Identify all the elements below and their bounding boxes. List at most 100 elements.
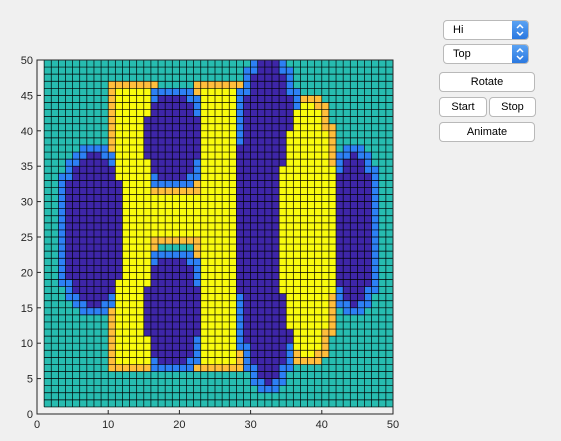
heatmap-cell [293,109,301,117]
heatmap-cells [44,60,394,408]
heatmap-cell [321,166,330,174]
heatmap-cell [300,265,308,273]
heatmap-cell [143,329,152,337]
heatmap-cell [58,201,66,209]
heatmap-cell [122,272,130,280]
heatmap-cell [115,378,123,386]
heatmap-cell [307,180,315,188]
heatmap-cell [51,159,59,167]
heatmap-cell [172,378,180,386]
heatmap-cell [229,336,237,344]
heatmap-cell [385,166,394,174]
heatmap-cell [378,357,387,365]
heatmap-cell [314,336,322,344]
heatmap-cell [222,137,230,146]
heatmap-cell [271,258,280,266]
heatmap-cell [165,194,173,202]
heatmap-cell [207,159,216,167]
heatmap-cell [150,378,159,386]
heatmap-cell [286,222,294,231]
heatmap-cell [51,237,59,245]
heatmap-cell [193,109,201,117]
heatmap-cell [101,378,109,386]
heatmap-cell [215,272,223,280]
plot-canvas[interactable]: 0 10 20 30 40 5005101520253035404550 [0,0,430,441]
heatmap-cell [343,74,351,82]
heatmap-cell [364,364,372,372]
heatmap-cell [357,237,365,245]
heatmap-cell [51,102,59,110]
heatmap-cell [336,258,344,266]
heatmap-cell [93,123,102,131]
heatmap-cell [328,180,337,188]
heatmap-cell [200,314,209,323]
heatmap-cell [328,159,337,167]
start-button[interactable]: Start [439,97,487,117]
heatmap-cell [385,144,394,153]
heatmap-cell [136,116,144,124]
heatmap-cell [86,293,95,301]
heatmap-cell [286,371,294,379]
heatmap-cell [250,300,258,308]
stop-button[interactable]: Stop [489,97,536,117]
heatmap-cell [307,314,315,323]
y-tick-label: 0 [27,409,33,421]
heatmap-cell [343,399,351,408]
heatmap-cell [215,173,223,181]
mode-popup[interactable]: Hi [443,20,529,40]
heatmap-cell [79,116,88,124]
heatmap-cell [93,130,102,139]
heatmap-cell [357,371,365,379]
heatmap-cell [136,329,144,337]
heatmap-cell [257,329,266,337]
heatmap-cell [250,74,258,82]
heatmap-cell [158,229,166,238]
heatmap-cell [79,152,88,160]
heatmap-cell [378,159,387,167]
heatmap-cell [172,208,180,216]
heatmap-cell [136,229,144,238]
y-tick-label: 25 [21,232,33,244]
heatmap-cell [122,399,130,408]
heatmap-cell [385,364,394,372]
rotate-button[interactable]: Rotate [439,72,535,92]
heatmap-cell [257,144,266,153]
heatmap-cell [215,399,223,408]
heatmap-cell [44,343,52,351]
x-tick-label: 10 [102,419,114,431]
heatmap-cell [222,180,230,188]
heatmap-cell [279,371,287,379]
heatmap-cell [343,180,351,188]
heatmap-cell [86,229,95,238]
heatmap-cell [101,286,109,294]
heatmap-cell [279,144,287,153]
heatmap-cell [165,67,173,75]
heatmap-cell [328,144,337,153]
heatmap-cell [186,237,194,245]
heatmap-cell [343,123,351,131]
heatmap-cell [357,321,365,330]
heatmap-cell [336,201,344,209]
heatmap-cell [179,208,187,216]
heatmap-cell [150,74,159,82]
view-popup[interactable]: Top [443,44,529,64]
heatmap-cell [193,194,201,202]
heatmap-cell [314,208,322,216]
heatmap-cell [336,385,344,393]
heatmap-cell [364,130,372,139]
surface-plot[interactable]: 0 10 20 30 40 50 0 5 10 15 20 25 30 35 40 45 50 [0,0,430,441]
heatmap-cell [307,336,315,344]
heatmap-cell [93,329,102,337]
heatmap-cell [158,109,166,117]
heatmap-cell [200,399,209,408]
heatmap-cell [250,399,258,408]
heatmap-cell [264,399,273,408]
heatmap-cell [93,81,102,89]
heatmap-cell [250,244,258,252]
animate-button[interactable]: Animate [439,122,535,142]
heatmap-cell [79,286,88,294]
heatmap-cell [250,95,258,103]
heatmap-cell [250,279,258,287]
heatmap-cell [300,378,308,386]
heatmap-cell [364,293,372,301]
